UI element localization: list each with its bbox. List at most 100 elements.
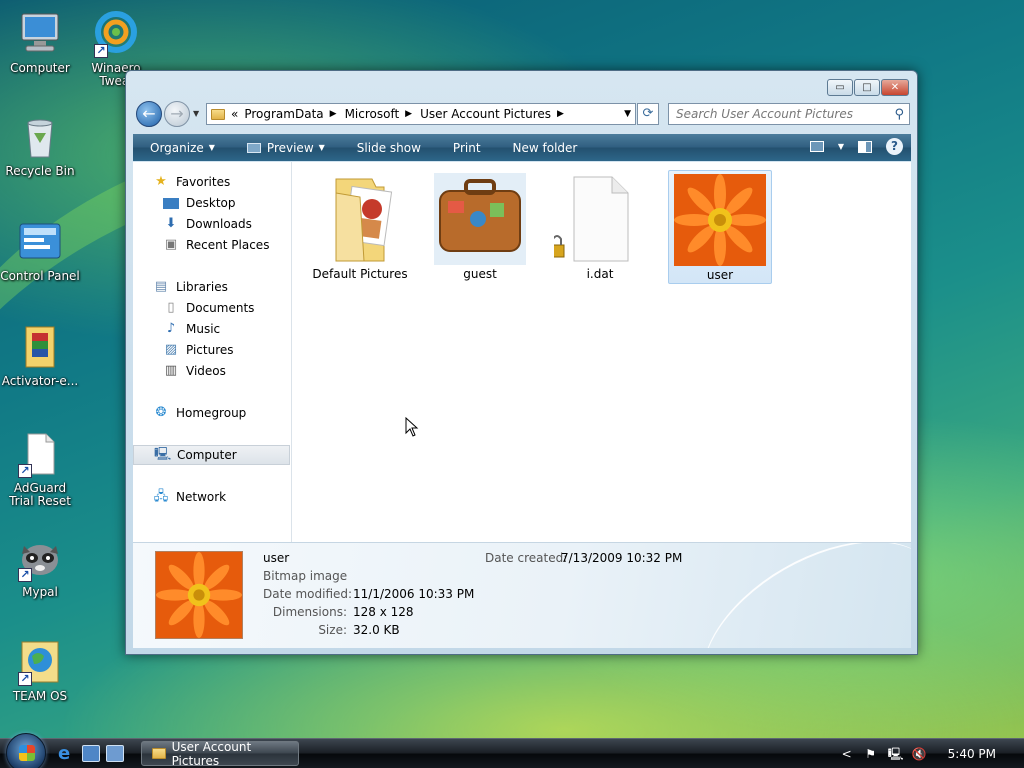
desktop-icon-recycle-bin[interactable]: Recycle Bin xyxy=(0,113,80,178)
winaero-icon: ↗ xyxy=(92,10,140,58)
nav-libraries[interactable]: ▤ Libraries xyxy=(133,277,290,297)
desktop-icon-control-panel[interactable]: Control Panel xyxy=(0,218,80,283)
system-tray: < ⚑ 🖳 🔇 5:40 PM xyxy=(840,739,1024,768)
property-value[interactable]: 11/1/2006 10:33 PM xyxy=(353,587,474,601)
property-label: Date created: xyxy=(485,551,568,565)
file-item-guest[interactable]: guest xyxy=(428,170,532,284)
breadcrumb-microsoft[interactable]: Microsoft xyxy=(345,107,400,121)
file-item-i-dat[interactable]: i.dat xyxy=(548,170,652,284)
search-icon[interactable]: ⚲ xyxy=(894,105,904,125)
file-name: i.dat xyxy=(586,267,614,281)
nav-computer[interactable]: 🖳 Computer xyxy=(133,445,290,465)
details-dimensions: Dimensions: 128 x 128 xyxy=(263,605,414,619)
nav-desktop[interactable]: Desktop xyxy=(133,193,290,213)
organize-label: Organize xyxy=(150,140,204,155)
desktop-icon-label: Control Panel xyxy=(0,269,80,283)
taskbar-button-explorer[interactable]: User Account Pictures xyxy=(141,739,299,768)
computer-icon: 🖳 xyxy=(154,447,172,462)
desktop-icon-computer[interactable]: Computer xyxy=(0,10,80,75)
chevron-right-icon[interactable]: ▶ xyxy=(405,109,412,119)
computer-icon xyxy=(16,10,64,58)
file-item-default-pictures[interactable]: Default Pictures xyxy=(308,170,412,284)
details-pane: user Bitmap image Date modified:11/1/200… xyxy=(133,542,911,648)
folder-icon xyxy=(314,173,406,265)
window-controls: ▭ □ ✕ xyxy=(827,79,909,96)
start-button[interactable] xyxy=(6,733,46,768)
print-button[interactable]: Print xyxy=(436,141,496,155)
refresh-button[interactable]: ⟳ xyxy=(637,103,659,125)
recycle-bin-icon xyxy=(16,113,64,161)
history-dropdown-icon[interactable]: ▼ xyxy=(193,109,199,118)
views-icon[interactable] xyxy=(809,141,824,152)
task-label: User Account Pictures xyxy=(171,739,252,768)
command-bar: Organize ▼ Preview ▼ Slide show Print Ne… xyxy=(133,134,911,161)
minimize-button[interactable]: ▭ xyxy=(827,79,853,96)
clock[interactable]: 5:40 PM xyxy=(948,747,996,761)
desktop-icon-mypal[interactable]: ↗ Mypal xyxy=(0,534,80,599)
quick-launch: e xyxy=(58,745,124,763)
nav-network[interactable]: 🖧 Network xyxy=(133,487,290,507)
nav-label: Music xyxy=(186,322,221,336)
folder-icon xyxy=(211,108,225,120)
preview-pane-icon[interactable] xyxy=(858,140,872,153)
shortcut-arrow-icon: ↗ xyxy=(18,568,32,582)
nav-label: Libraries xyxy=(176,280,228,294)
breadcrumb-programdata[interactable]: ProgramData xyxy=(244,107,323,121)
nav-label: Recent Places xyxy=(186,238,270,252)
slideshow-button[interactable]: Slide show xyxy=(340,141,436,155)
file-name: guest xyxy=(463,267,497,281)
nav-music[interactable]: ♪ Music xyxy=(133,319,290,339)
volume-muted-icon[interactable]: 🔇 xyxy=(912,747,927,761)
homegroup-icon: ❂ xyxy=(155,405,167,420)
internet-explorer-icon[interactable]: e xyxy=(58,745,76,763)
desktop-icon-activator[interactable]: Activator-e... xyxy=(0,323,80,388)
recent-places-icon: ▣ xyxy=(164,237,178,252)
navigation-bar: ← → ▼ « ProgramData ▶ Microsoft ▶ User A… xyxy=(134,101,910,127)
pictures-icon: ▨ xyxy=(164,342,178,357)
file-name: user xyxy=(706,268,734,282)
address-overflow[interactable]: « xyxy=(231,107,238,121)
desktop-icon-adguard[interactable]: ↗ AdGuard Trial Reset xyxy=(0,430,80,508)
help-icon[interactable]: ? xyxy=(886,138,903,155)
taskbar: e User Account Pictures < ⚑ 🖳 🔇 5:40 PM xyxy=(0,733,1024,768)
nav-downloads[interactable]: ⬇ Downloads xyxy=(133,214,290,234)
toolbar-right: ▼ ? xyxy=(809,138,903,155)
explorer-window[interactable]: ▭ □ ✕ ← → ▼ « ProgramData ▶ Microsoft ▶ … xyxy=(125,70,918,655)
desktop-icon xyxy=(163,197,179,209)
switch-windows-icon[interactable] xyxy=(106,745,124,762)
desktop-icon-team-os[interactable]: ↗ TEAM OS xyxy=(0,638,80,703)
nav-pictures[interactable]: ▨ Pictures xyxy=(133,340,290,360)
show-desktop-icon[interactable] xyxy=(82,745,100,762)
nav-videos[interactable]: ▥ Videos xyxy=(133,361,290,381)
forward-button[interactable]: → xyxy=(164,101,190,127)
maximize-button[interactable]: □ xyxy=(854,79,880,96)
tray-expand-icon[interactable]: < xyxy=(840,747,854,761)
back-button[interactable]: ← xyxy=(136,101,162,127)
action-center-flag-icon[interactable]: ⚑ xyxy=(864,747,878,761)
nav-favorites[interactable]: ★ Favorites xyxy=(133,172,290,192)
new-folder-button[interactable]: New folder xyxy=(496,141,593,155)
preview-button[interactable]: Preview ▼ xyxy=(230,141,340,155)
property-label: Dimensions: xyxy=(272,605,347,619)
shortcut-arrow-icon: ↗ xyxy=(18,672,32,686)
chevron-right-icon[interactable]: ▶ xyxy=(330,109,337,119)
nav-label: Videos xyxy=(186,364,226,378)
file-item-user[interactable]: user xyxy=(668,170,772,284)
nav-documents[interactable]: ▯ Documents xyxy=(133,298,290,318)
close-button[interactable]: ✕ xyxy=(881,79,909,96)
chevron-down-icon[interactable]: ▼ xyxy=(838,142,844,151)
file-list[interactable]: Default Pictures guest i.dat user xyxy=(292,162,911,542)
chevron-right-icon[interactable]: ▶ xyxy=(557,109,564,119)
locked-file-icon xyxy=(549,173,646,265)
address-dropdown-icon[interactable]: ▼ xyxy=(624,109,631,119)
search-input[interactable]: Search User Account Pictures ⚲ xyxy=(668,103,910,125)
breadcrumb-user-account-pictures[interactable]: User Account Pictures xyxy=(420,107,551,121)
details-filetype: Bitmap image xyxy=(263,569,348,583)
nav-recent-places[interactable]: ▣ Recent Places xyxy=(133,235,290,255)
organize-button[interactable]: Organize ▼ xyxy=(133,141,230,155)
address-bar[interactable]: « ProgramData ▶ Microsoft ▶ User Account… xyxy=(206,103,636,125)
nav-homegroup[interactable]: ❂ Homegroup xyxy=(133,403,290,423)
network-tray-icon[interactable]: 🖳 xyxy=(888,747,904,761)
nav-label: Favorites xyxy=(176,175,231,189)
property-value[interactable]: 7/13/2009 10:32 PM xyxy=(561,551,682,565)
